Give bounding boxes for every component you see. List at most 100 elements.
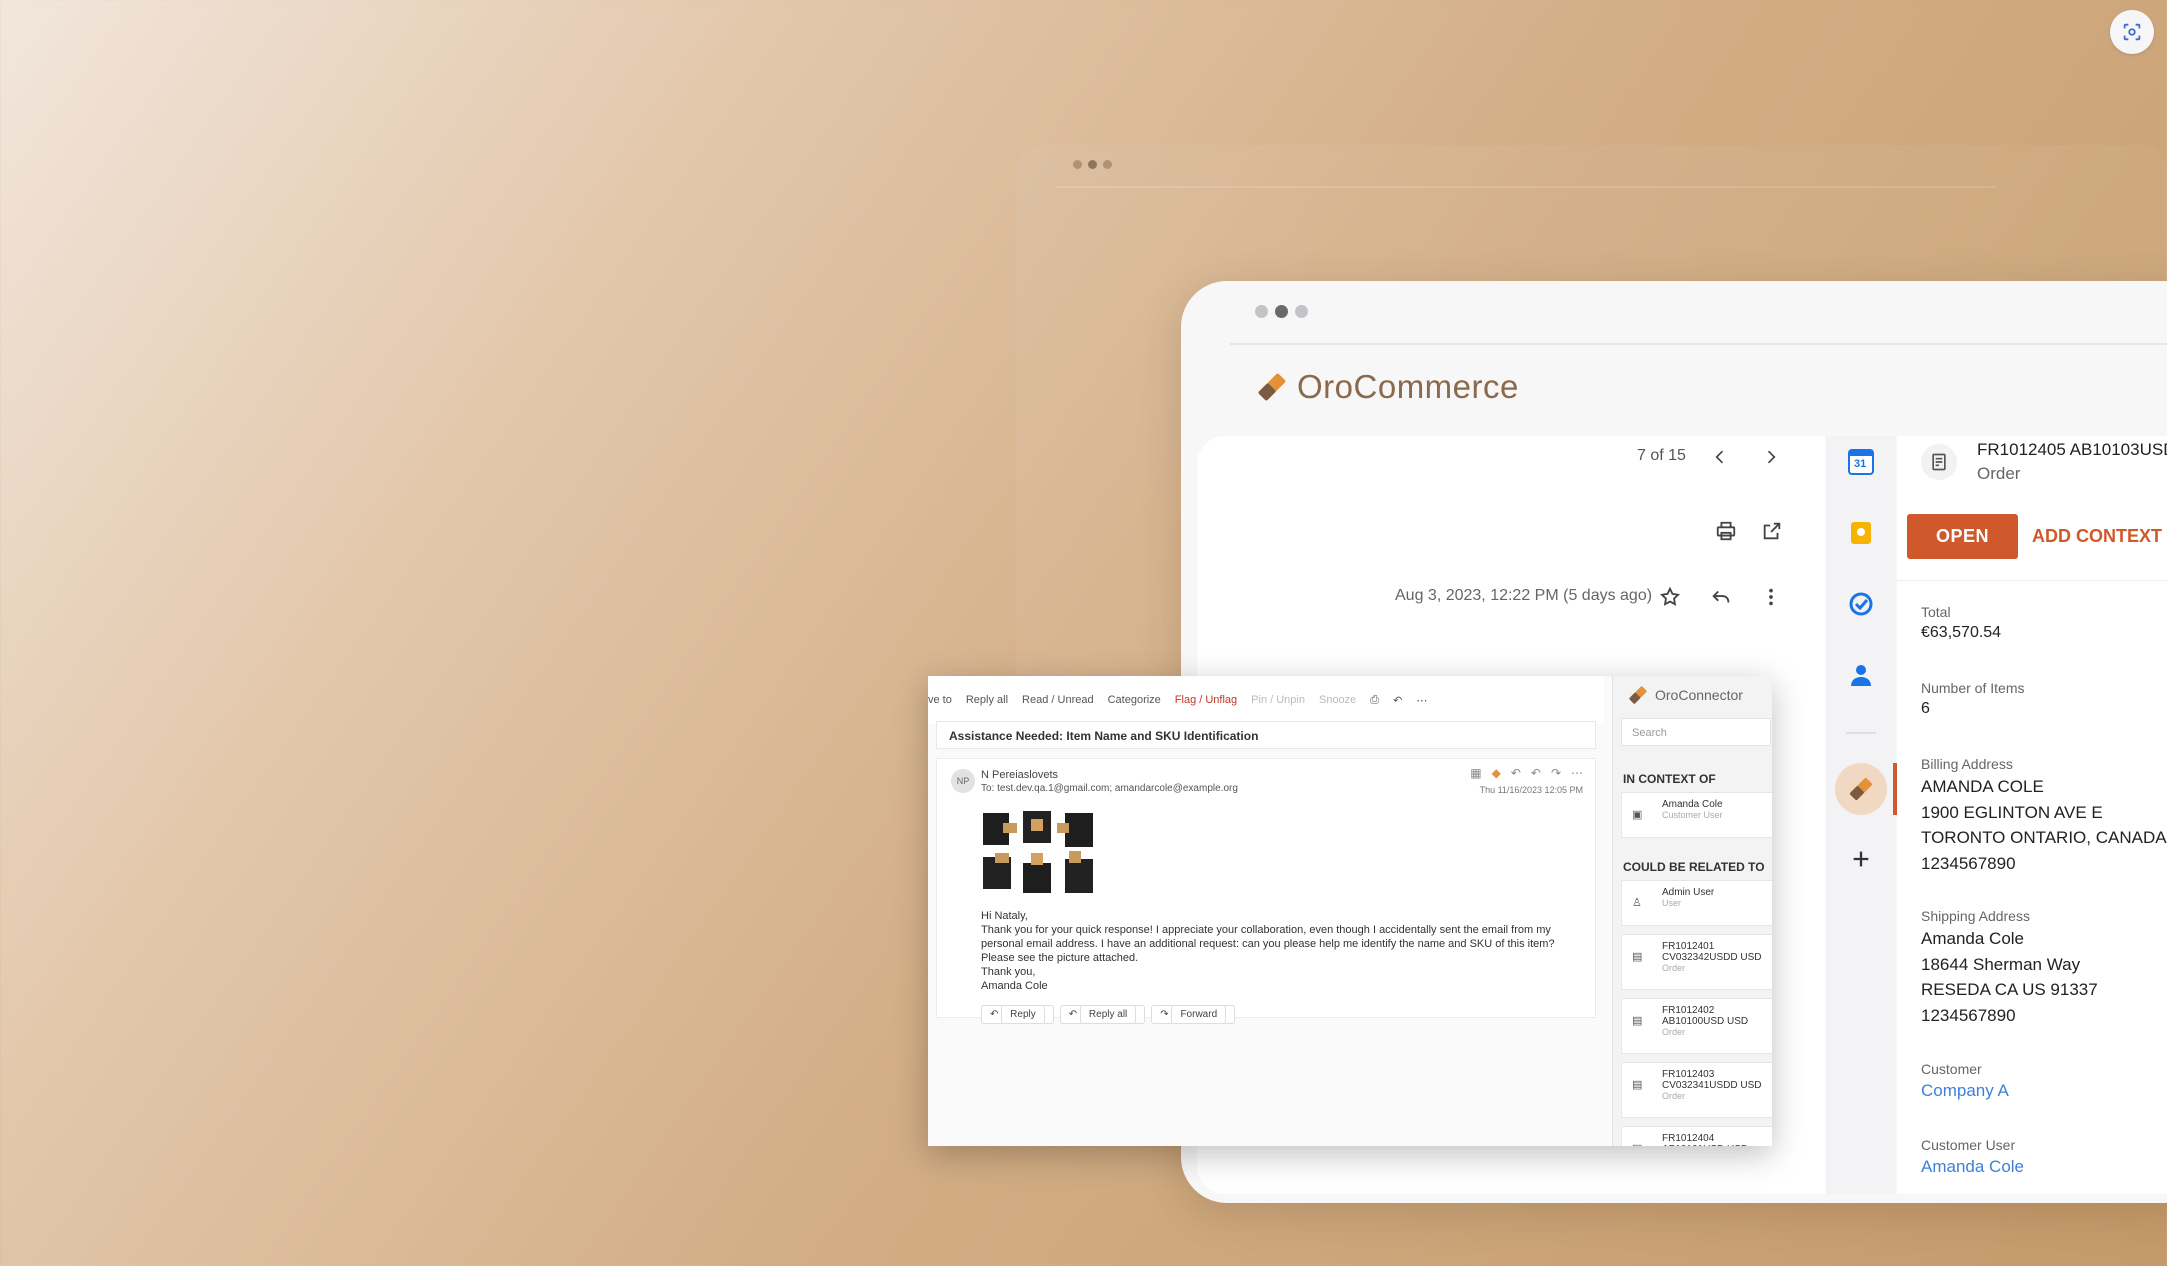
billing-line: AMANDA COLE: [1921, 777, 2044, 796]
read-unread-button[interactable]: Read / Unread: [1022, 694, 1094, 706]
contacts-app-button[interactable]: [1843, 657, 1879, 693]
customer-user-label: Customer User: [1921, 1137, 2016, 1153]
apps-icon[interactable]: ▦: [1470, 766, 1481, 780]
add-context-button[interactable]: ADD CONTEXT: [2032, 526, 2162, 547]
context-card[interactable]: ▣ Amanda Cole Customer User: [1621, 792, 1772, 838]
related-item: Admin User User: [1662, 887, 1714, 909]
oroconnector-header: OroConnector: [1627, 684, 1743, 706]
items-value: 6: [1921, 700, 1930, 717]
related-item-name: FR1012404 AB10101USD USD: [1662, 1133, 1748, 1146]
message-actions: ▦ ◆ ↶ ↶ ↷ ⋯: [1470, 766, 1583, 780]
forward-action-button[interactable]: ↷ Forward: [1151, 1005, 1236, 1024]
reply-action-button[interactable]: ↶ Reply: [981, 1005, 1054, 1024]
print-toolbar-icon[interactable]: ⎙: [1370, 694, 1379, 707]
background-divider: [1056, 186, 1996, 188]
connector-search-input[interactable]: Search: [1621, 718, 1771, 746]
reply-icon[interactable]: ↶: [1511, 766, 1521, 780]
undo-icon[interactable]: ↶: [1393, 694, 1402, 707]
outlook-email-overlay: ve to Reply all Read / Unread Categorize…: [928, 676, 1772, 1146]
add-icon: [1853, 851, 1869, 867]
reply-all-action-button[interactable]: ↶ Reply all: [1059, 1005, 1146, 1024]
billing-line: TORONTO ONTARIO, CANADA: [1921, 828, 2167, 847]
related-item-type: Order: [1662, 1027, 1686, 1037]
related-item: FR1012401 CV032342USDD USD Order: [1662, 941, 1772, 974]
related-card[interactable]: ♙ Admin User User: [1621, 880, 1772, 926]
detail-divider: [1897, 580, 2167, 581]
calendar-day: 31: [1854, 458, 1867, 470]
move-to-button[interactable]: ve to: [928, 694, 952, 706]
categorize-button[interactable]: Categorize: [1108, 694, 1161, 706]
forward-icon[interactable]: ↷: [1551, 766, 1561, 780]
print-button[interactable]: [1709, 514, 1743, 548]
flag-button[interactable]: Flag / Unflag: [1175, 694, 1237, 706]
context-item-type: Customer User: [1662, 810, 1723, 820]
recipients: To: test.dev.qa.1@gmail.com; amandarcole…: [981, 783, 1238, 794]
billing-line: 1234567890: [1921, 853, 2016, 873]
side-bar-divider: [1846, 732, 1876, 734]
related-item: FR1012402 AB10100USD USD Order: [1662, 1005, 1772, 1038]
email-date: Aug 3, 2023, 12:22 PM (5 days ago): [1395, 587, 1653, 604]
email-message: NP N Pereiaslovets To: test.dev.qa.1@gma…: [936, 758, 1596, 1024]
next-button[interactable]: [1754, 440, 1788, 474]
orocommerce-app-button[interactable]: [1835, 763, 1887, 815]
email-paragraph: Thank you for your quick response! I app…: [981, 924, 1555, 964]
related-card[interactable]: ▤ FR1012403 CV032341USDD USD Order: [1621, 1062, 1772, 1118]
shipping-address: Amanda Cole 18644 Sherman Way RESEDA CA …: [1921, 926, 2098, 1028]
keep-notes-icon: [1851, 522, 1871, 544]
snooze-button[interactable]: Snooze: [1319, 694, 1356, 706]
reply-all-icon[interactable]: ↶: [1531, 766, 1541, 780]
open-new-window-button[interactable]: [1755, 514, 1789, 548]
related-item-name: Admin User: [1662, 887, 1715, 898]
reply-button[interactable]: [1704, 580, 1738, 614]
scan-icon: [2123, 23, 2141, 41]
building-icon: ▣: [1632, 809, 1643, 821]
context-item-name: Amanda Cole: [1662, 799, 1723, 810]
context-item: Amanda Cole Customer User: [1662, 799, 1723, 821]
related-item-name: FR1012401 CV032342USDD USD: [1662, 941, 1762, 963]
pager-label: 7 of 15: [1637, 447, 1686, 464]
external-link-icon: [1763, 522, 1781, 540]
orocommerce-logo-icon: [1258, 373, 1286, 401]
window-divider: [1230, 343, 2167, 345]
total-label: Total: [1921, 604, 1951, 620]
keep-app-button[interactable]: [1843, 515, 1879, 551]
open-button[interactable]: OPEN: [1907, 514, 2018, 559]
pin-button[interactable]: Pin / Unpin: [1251, 694, 1305, 706]
related-card[interactable]: ▤ FR1012401 CV032342USDD USD Order: [1621, 934, 1772, 990]
previous-button[interactable]: [1703, 440, 1737, 474]
more-toolbar-icon[interactable]: ⋯: [1416, 694, 1427, 707]
order-icon: ▤: [1632, 951, 1643, 963]
billing-address-label: Billing Address: [1921, 756, 2013, 772]
reply-all-toolbar-button[interactable]: Reply all: [966, 694, 1008, 706]
reply-icon: [1712, 590, 1730, 603]
brand-name: OroCommerce: [1297, 368, 1519, 405]
tasks-app-button[interactable]: [1843, 586, 1879, 622]
more-options-button[interactable]: [1754, 580, 1788, 614]
shipping-line: Amanda Cole: [1921, 929, 2025, 948]
star-button[interactable]: [1653, 580, 1687, 614]
total-value: €63,570.54: [1921, 624, 2002, 641]
more-icon[interactable]: ⋯: [1571, 766, 1583, 780]
email-subject: Assistance Needed: Item Name and SKU Ide…: [936, 721, 1596, 749]
tasks-icon: [1849, 592, 1873, 616]
related-card[interactable]: ▤ FR1012404 AB10101USD USD: [1621, 1126, 1772, 1146]
related-item-type: User: [1662, 898, 1682, 908]
screenshot-scan-button[interactable]: [2110, 10, 2154, 54]
email-time: Thu 11/16/2023 12:05 PM: [1479, 785, 1583, 795]
product-image-attachment[interactable]: [981, 809, 1099, 895]
billing-address: AMANDA COLE 1900 EGLINTON AVE E TORONTO …: [1921, 774, 2167, 876]
order-type: Order: [1977, 464, 2021, 483]
customer-link[interactable]: Company A: [1921, 1081, 2009, 1101]
calendar-app-button[interactable]: 31: [1843, 444, 1879, 480]
orocommerce-addin-icon[interactable]: ◆: [1492, 766, 1501, 780]
order-title: FR1012405 AB10103USD: [1977, 440, 2167, 459]
star-icon: [1659, 586, 1681, 606]
related-item-name: FR1012402 AB10100USD USD: [1662, 1005, 1749, 1027]
background-window-dots: [1073, 160, 1112, 169]
order-icon-badge: [1921, 444, 1957, 480]
add-app-button[interactable]: [1843, 841, 1879, 877]
related-card[interactable]: ▤ FR1012402 AB10100USD USD Order: [1621, 998, 1772, 1054]
customer-user-link[interactable]: Amanda Cole: [1921, 1157, 2024, 1177]
orocommerce-icon: [1850, 778, 1872, 800]
email-body: Hi Nataly, Thank you for your quick resp…: [981, 909, 1581, 993]
